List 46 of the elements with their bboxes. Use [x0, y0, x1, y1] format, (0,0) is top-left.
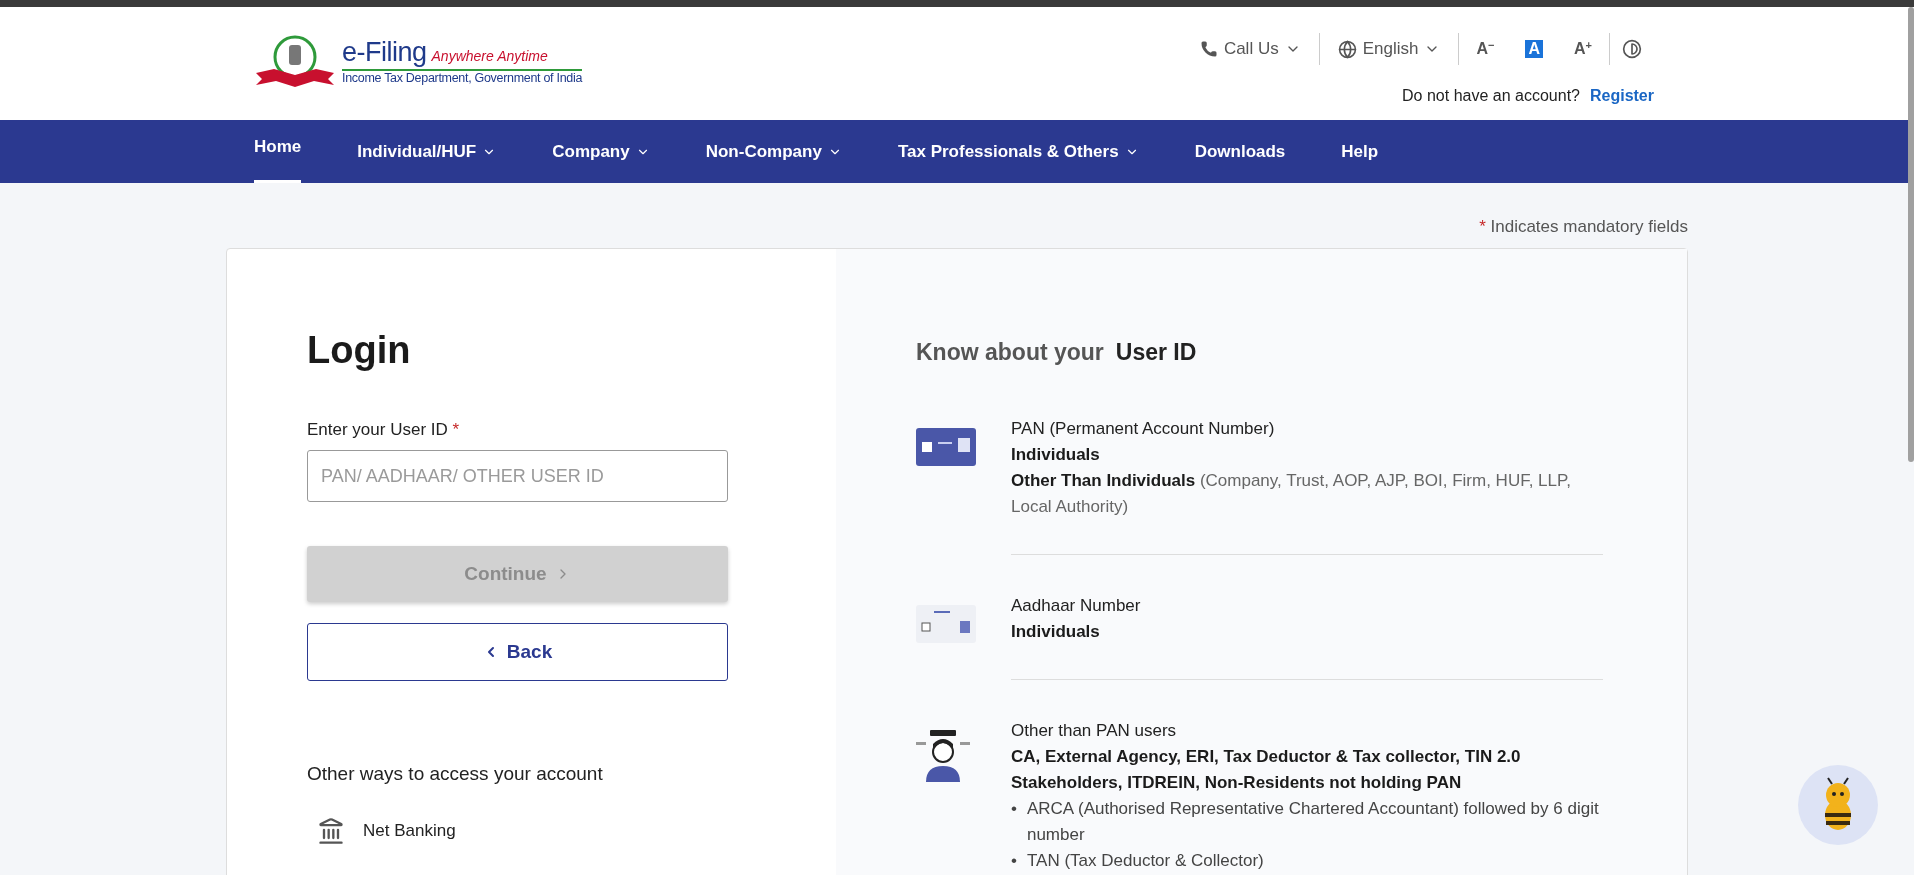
- user-id-field[interactable]: PAN/ AADHAAR/ OTHER USER ID: [307, 450, 728, 502]
- user-id-type-description: Individuals: [1011, 621, 1101, 643]
- emblem-logo-icon: [254, 33, 336, 89]
- logo-subtitle: Income Tax Department, Government of India: [342, 71, 583, 85]
- user-id-label: Enter your User ID *: [307, 420, 461, 440]
- nav-item[interactable]: Company: [552, 120, 650, 183]
- user-id-type-description: Individuals: [1011, 444, 1101, 466]
- language-dropdown[interactable]: English: [1319, 39, 1459, 59]
- user-id-type-description: Other Than Individuals (Company, Trust, AOP, AJP, BOI, Firm, HUF, LLP, Local Authority): [1011, 470, 1572, 518]
- login-title: Login: [307, 329, 412, 372]
- bullet-item: ARCA (Authorised Representative Chartered Accountant) followed by 6 digit number: [1026, 798, 1600, 846]
- phone-icon: [1199, 40, 1218, 58]
- account-prompt: Do not have an account?: [1402, 87, 1580, 105]
- user-id-type-title: PAN (Permanent Account Number): [1011, 418, 1276, 440]
- register-link[interactable]: Register: [1589, 87, 1654, 105]
- scrollbar-thumb[interactable]: [1908, 7, 1914, 462]
- nav-item[interactable]: Individual/HUF: [357, 120, 497, 183]
- user-id-type-title: Other than PAN users: [1011, 720, 1178, 742]
- bullet-item: TAN (Tax Deductor & Collector): [1026, 850, 1264, 872]
- other-ways-heading: Other ways to access your account: [307, 763, 604, 785]
- mandatory-fields-note: * Indicates mandatory fields: [1478, 216, 1688, 238]
- font-size-button[interactable]: A−: [1473, 40, 1498, 58]
- nav-item[interactable]: Downloads: [1194, 120, 1286, 183]
- id-card-icon: [916, 428, 976, 468]
- back-button[interactable]: Back: [307, 623, 728, 681]
- nav-item[interactable]: Tax Professionals & Others: [897, 120, 1139, 183]
- logo-title: e-Filing: [342, 37, 427, 68]
- nav-item[interactable]: Home: [254, 120, 302, 183]
- nav-item[interactable]: Help: [1341, 120, 1379, 183]
- net-banking-option[interactable]: Net Banking: [317, 817, 756, 845]
- bullet-mark: •: [1011, 850, 1017, 872]
- call-us-dropdown[interactable]: Call Us: [1181, 39, 1319, 59]
- person-icon: [916, 730, 970, 782]
- id-card-icon: [916, 605, 976, 645]
- font-size-button[interactable]: A+: [1571, 40, 1595, 58]
- user-id-type-title: Aadhaar Number: [1011, 595, 1142, 617]
- bullet-mark: •: [1011, 798, 1017, 820]
- info-heading-emphasis: User ID: [1115, 339, 1197, 366]
- contrast-icon[interactable]: [1622, 39, 1642, 59]
- nav-item[interactable]: Non-Company: [705, 120, 842, 183]
- info-heading: Know about your: [916, 339, 1104, 366]
- bank-icon: [317, 817, 345, 845]
- globe-icon: [1337, 39, 1357, 59]
- logo-tagline: Anywhere Anytime: [431, 48, 548, 64]
- font-size-button[interactable]: A: [1525, 40, 1543, 58]
- user-id-type-description: CA, External Agency, ERI, Tax Deductor & Tax collector, TIN 2.0 Stakeholders, ITDREIN, Non-Residents not holding PAN: [1011, 746, 1522, 794]
